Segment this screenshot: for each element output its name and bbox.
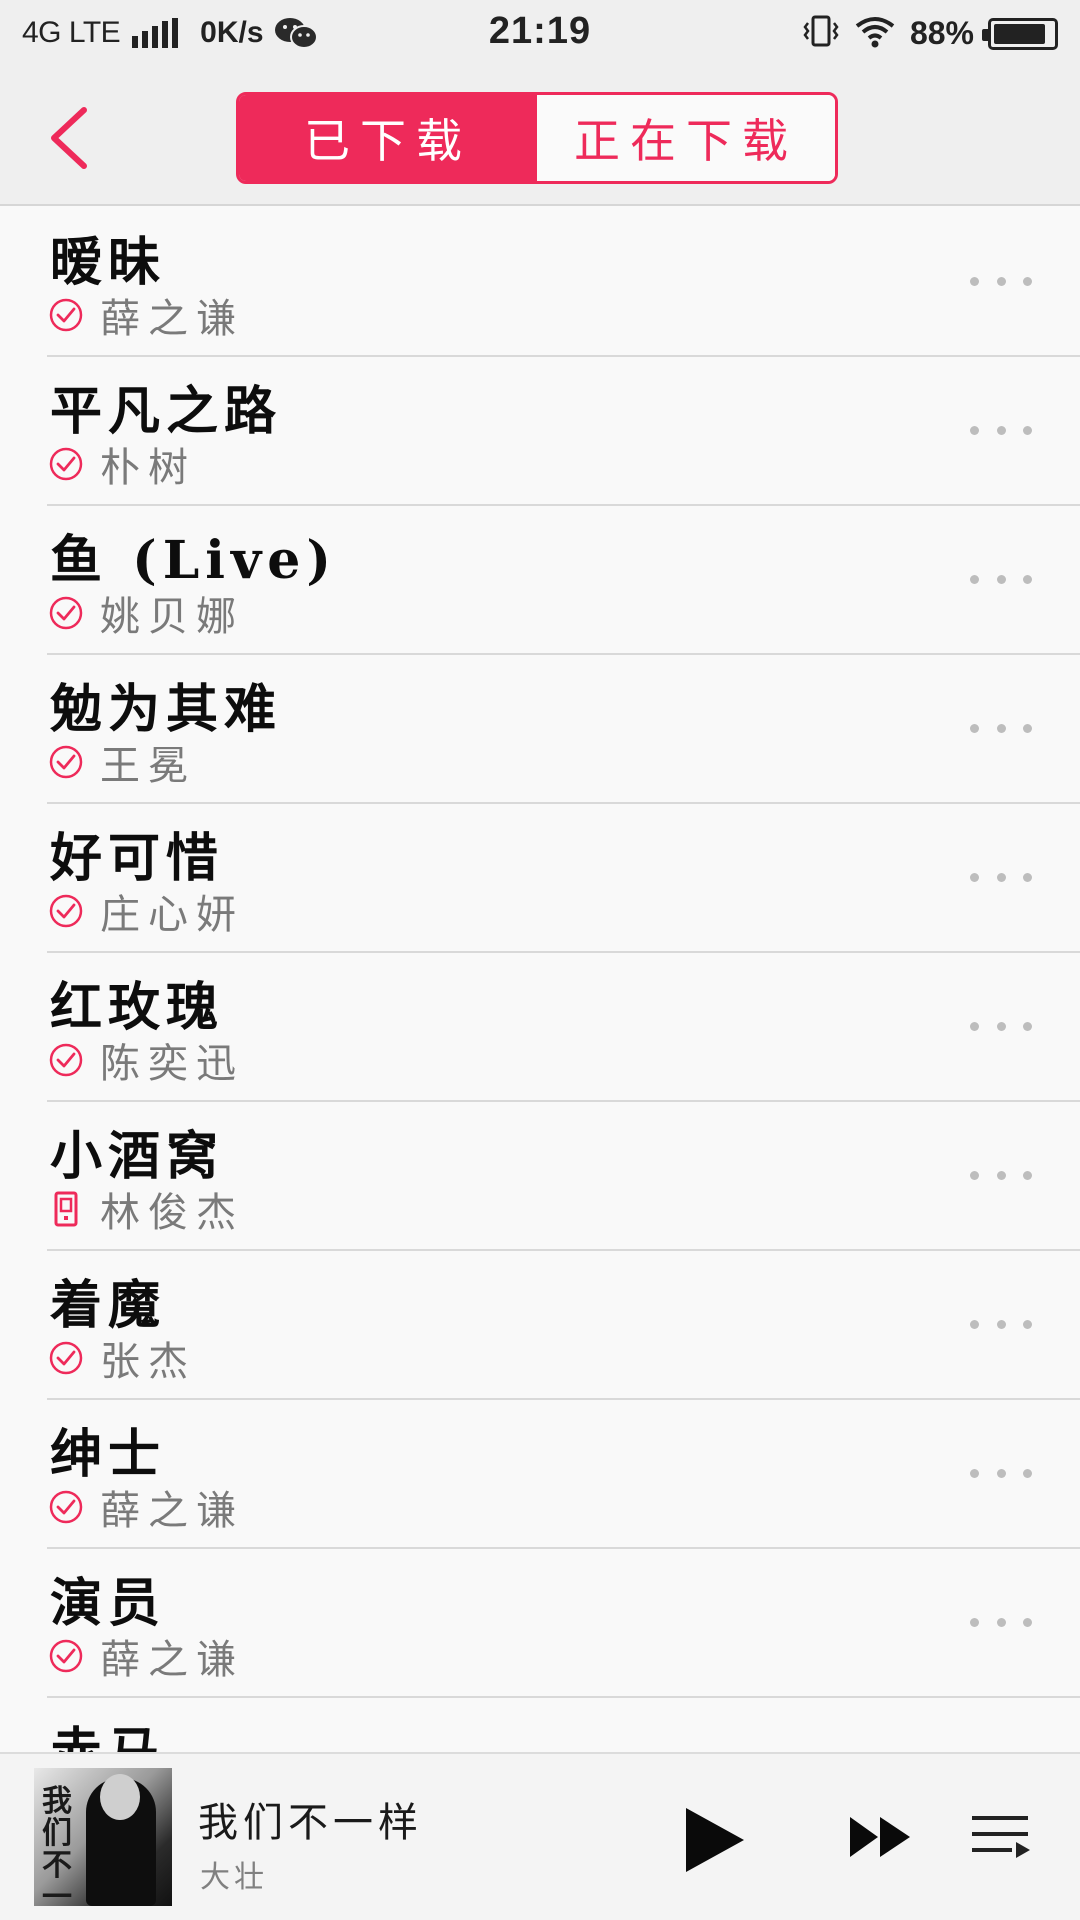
more-options-icon[interactable] [970, 266, 1032, 296]
song-row[interactable]: 勉为其难 王冕 [0, 655, 1080, 804]
play-icon [686, 1808, 744, 1872]
battery-icon [982, 17, 1058, 50]
play-button[interactable] [682, 1804, 748, 1876]
song-row[interactable]: 暧昧 薛之谦 [0, 208, 1080, 357]
download-manager-screen: 4G LTE 0K/s 21:19 88% 已下载 正在下载 暧昧 薛之谦 平凡… [0, 0, 1080, 1920]
song-artist: 林俊杰 [100, 1190, 244, 1236]
download-tabs: 已下载 正在下载 [236, 92, 838, 184]
song-artist: 庄心妍 [100, 892, 244, 938]
now-playing-artist: 大壮 [200, 1860, 268, 1895]
song-title: 暧昧 [50, 232, 167, 293]
downloaded-check-icon [48, 1042, 84, 1078]
more-options-icon[interactable] [970, 1309, 1032, 1339]
song-row[interactable]: 绅士 薛之谦 [0, 1400, 1080, 1549]
song-artist: 朴树 [100, 445, 196, 491]
status-right: 88% [802, 14, 1058, 53]
song-artist: 陈奕迅 [100, 1041, 244, 1087]
playlist-icon [972, 1816, 1030, 1858]
downloaded-check-icon [48, 595, 84, 631]
now-playing-title: 我们不一样 [198, 1800, 423, 1846]
phone-storage-icon [48, 1191, 84, 1227]
album-cover[interactable]: 我们不一样 [34, 1768, 172, 1906]
downloaded-check-icon [48, 1638, 84, 1674]
more-options-icon[interactable] [970, 564, 1032, 594]
mini-player: 我们不一样 我们不一样 大壮 [0, 1752, 1080, 1920]
downloaded-check-icon [48, 297, 84, 333]
more-options-icon[interactable] [970, 713, 1032, 743]
song-title: 演员 [50, 1573, 167, 1634]
song-title: 好可惜 [50, 828, 225, 889]
downloaded-check-icon [48, 893, 84, 929]
song-row[interactable]: 演员 薛之谦 [0, 1549, 1080, 1698]
downloaded-check-icon [48, 744, 84, 780]
fast-forward-icon [850, 1817, 910, 1857]
more-options-icon[interactable] [970, 1011, 1032, 1041]
cover-head [100, 1774, 140, 1820]
status-bar: 4G LTE 0K/s 21:19 88% [0, 0, 1080, 70]
song-title: 着魔 [50, 1275, 167, 1336]
song-row[interactable]: 鱼 (Live) 姚贝娜 [0, 506, 1080, 655]
next-track-button[interactable] [848, 1814, 912, 1860]
song-title: 勉为其难 [50, 679, 283, 740]
downloaded-check-icon [48, 1489, 84, 1525]
playlist-queue-button[interactable] [970, 1810, 1032, 1866]
vibrate-icon [802, 14, 840, 53]
tab-downloaded[interactable]: 已下载 [239, 95, 537, 181]
song-row[interactable]: 着魔 张杰 [0, 1251, 1080, 1400]
downloaded-check-icon [48, 1340, 84, 1376]
song-title: 小酒窝 [50, 1126, 225, 1187]
song-title: 鱼 (Live) [50, 530, 337, 591]
song-title: 绅士 [50, 1424, 167, 1485]
more-options-icon[interactable] [970, 415, 1032, 445]
song-artist: 薛之谦 [100, 1488, 244, 1534]
more-options-icon[interactable] [970, 1458, 1032, 1488]
chevron-left-icon [51, 107, 87, 169]
song-title: 赤马 [50, 1722, 167, 1753]
song-row[interactable]: 赤马 [0, 1698, 1080, 1753]
header: 已下载 正在下载 [0, 70, 1080, 206]
song-artist: 薛之谦 [100, 296, 244, 342]
song-list[interactable]: 暧昧 薛之谦 平凡之路 朴树鱼 (Live) 姚贝娜 勉为其难 王冕 好可惜 庄心妍 红玫瑰 陈奕迅… [0, 208, 1080, 1753]
more-options-icon[interactable] [970, 1160, 1032, 1190]
song-row[interactable]: 小酒窝 林俊杰 [0, 1102, 1080, 1251]
song-artist: 薛之谦 [100, 1637, 244, 1683]
tab-downloading[interactable]: 正在下载 [537, 95, 835, 181]
wifi-icon [854, 14, 896, 53]
song-row[interactable]: 平凡之路 朴树 [0, 357, 1080, 506]
song-artist: 张杰 [100, 1339, 196, 1385]
song-artist: 姚贝娜 [100, 594, 244, 640]
back-button[interactable] [40, 100, 100, 176]
song-artist: 王冕 [100, 743, 196, 789]
song-title: 红玫瑰 [50, 977, 225, 1038]
song-row[interactable]: 红玫瑰 陈奕迅 [0, 953, 1080, 1102]
more-options-icon[interactable] [970, 1607, 1032, 1637]
downloaded-check-icon [48, 446, 84, 482]
song-title: 平凡之路 [50, 381, 283, 442]
song-row[interactable]: 好可惜 庄心妍 [0, 804, 1080, 953]
battery-percent: 88% [909, 15, 974, 51]
cover-text: 我们不一样 [42, 1784, 72, 1907]
more-options-icon[interactable] [970, 862, 1032, 892]
